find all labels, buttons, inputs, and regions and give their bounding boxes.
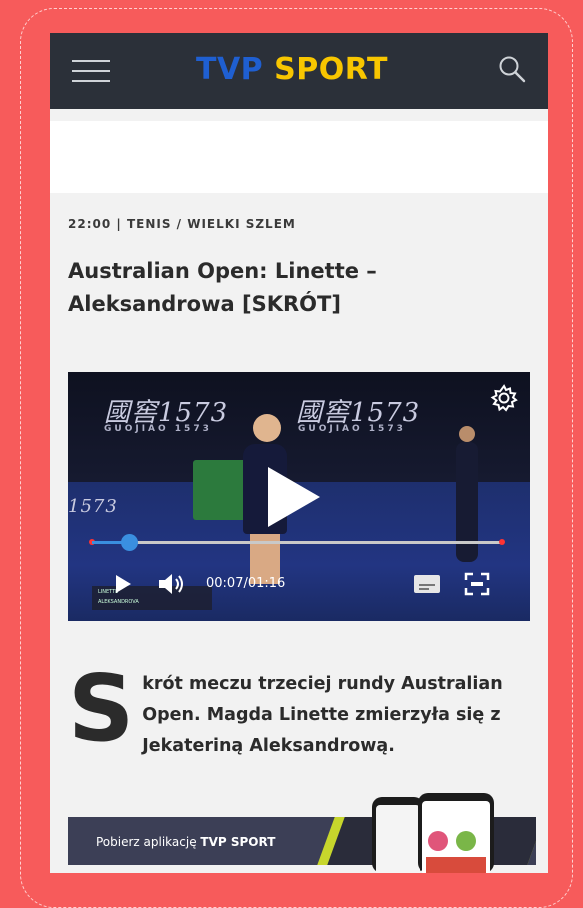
video-banner-subtext: GUOJIAO 1573	[104, 424, 212, 434]
court-side-text: 1573	[68, 496, 118, 517]
article-title: Australian Open: Linette – Aleksandrowa …	[68, 259, 377, 316]
hamburger-menu-icon[interactable]	[72, 60, 110, 82]
logo-tvp: TVP	[196, 52, 264, 87]
lead-dropcap: S	[68, 655, 135, 762]
meta-separator: |	[116, 217, 127, 231]
article-meta: 22:00 | TENIS / WIELKI SZLEM	[68, 217, 296, 231]
play-icon[interactable]	[268, 467, 320, 527]
site-logo[interactable]: TVP SPORT	[196, 52, 388, 87]
article-lead: S krót meczu trzeciej rundy Australian O…	[68, 655, 538, 762]
video-progress-bar[interactable]	[89, 534, 505, 551]
gear-icon[interactable]	[490, 384, 518, 412]
article-time: 22:00	[68, 217, 112, 231]
site-header: TVP SPORT	[50, 33, 548, 109]
search-icon[interactable]	[498, 55, 526, 83]
video-progress-handle[interactable]	[120, 534, 138, 551]
article-category[interactable]: TENIS / WIELKI SZLEM	[127, 217, 296, 231]
video-time-display: 00:07/01:16	[206, 576, 286, 591]
ad-placeholder	[50, 121, 548, 193]
line-judge-figure	[456, 426, 478, 562]
lead-text: krót meczu trzeciej rundy Australian Ope…	[142, 674, 503, 756]
score-player-2: ALEKSANDROVA	[98, 599, 139, 605]
logo-sport: SPORT	[274, 52, 388, 87]
fullscreen-icon[interactable]	[464, 572, 490, 596]
app-phone-mockups	[372, 793, 496, 873]
video-player[interactable]: 國窖1573 GUOJIAO 1573 國窖1573 GUOJIAO 1573 …	[68, 372, 530, 621]
play-icon[interactable]	[116, 575, 131, 593]
captions-icon[interactable]	[414, 575, 440, 593]
progress-end-marker	[499, 539, 505, 545]
score-overlay: LINETTE ALEKSANDROVA	[92, 586, 212, 610]
video-banner-subtext: GUOJIAO 1573	[298, 424, 406, 434]
app-banner-text: Pobierz aplikację TVP SPORT	[96, 835, 275, 849]
app-banner-brand: TVP SPORT	[200, 835, 276, 849]
volume-icon[interactable]	[157, 572, 185, 596]
mobile-page: TVP SPORT 22:00 | TENIS / WIELKI SZLEM A…	[50, 33, 548, 873]
app-banner-prefix: Pobierz aplikację	[96, 835, 197, 849]
